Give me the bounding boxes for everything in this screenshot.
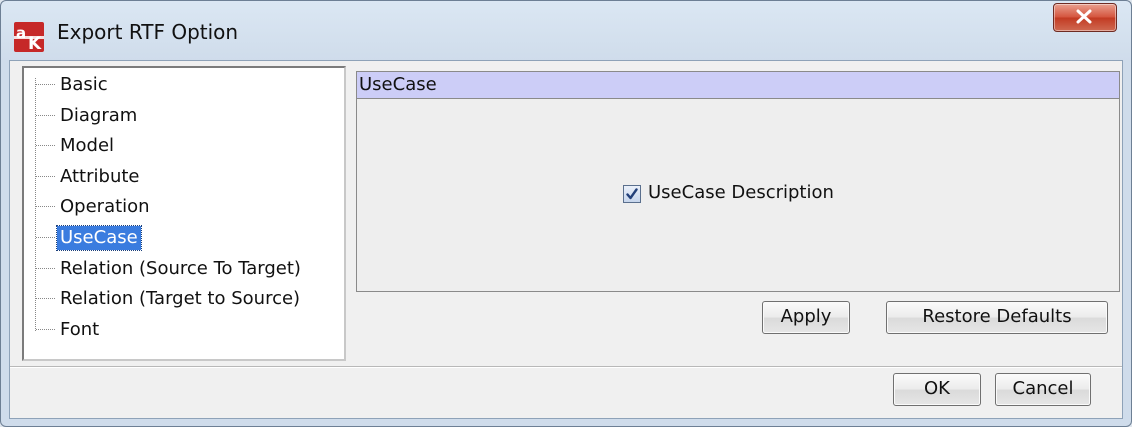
tree-item-label: Relation (Target to Source)	[60, 288, 301, 310]
options-tree[interactable]: Basic Diagram Model Attribute Operation UseCa…	[22, 66, 346, 361]
ok-button[interactable]: OK	[893, 373, 981, 406]
usecase-description-label: UseCase Description	[648, 182, 834, 203]
tree-connector	[36, 267, 55, 269]
tree-item-relation-target-to-source[interactable]: Relation (Target to Source)	[24, 286, 342, 312]
tree-item-label: Attribute	[60, 165, 140, 187]
tree-item-relation-source-to-target[interactable]: Relation (Source To Target)	[24, 256, 342, 282]
apply-button[interactable]: Apply	[762, 301, 850, 334]
panel-header: UseCase	[357, 72, 1119, 99]
tree-connector	[36, 175, 55, 177]
dialog-window: aK Export RTF Option Basic Diagram Model At…	[0, 0, 1132, 427]
title-bar[interactable]: aK Export RTF Option	[1, 1, 1131, 63]
tree-item-diagram[interactable]: Diagram	[24, 103, 342, 129]
tree-item-basic[interactable]: Basic	[24, 72, 342, 98]
options-panel: UseCase UseCase Description	[356, 71, 1120, 292]
close-icon	[1076, 9, 1092, 24]
tree-item-label: Operation	[60, 196, 150, 218]
tree-item-font[interactable]: Font	[24, 317, 342, 343]
tree-connector	[36, 328, 55, 330]
tree-item-usecase[interactable]: UseCase	[24, 225, 342, 251]
tree-item-label: Model	[60, 135, 115, 157]
tree-connector	[36, 84, 55, 85]
close-button[interactable]	[1053, 3, 1117, 32]
tree-connector	[36, 206, 55, 208]
panel-header-title: UseCase	[359, 74, 437, 95]
footer-divider	[10, 366, 1122, 368]
usecase-description-checkbox[interactable]	[623, 185, 641, 203]
tree-item-model[interactable]: Model	[24, 133, 342, 159]
tree-connector	[36, 145, 55, 147]
tree-item-label: UseCase	[56, 225, 142, 251]
cancel-button[interactable]: Cancel	[995, 373, 1091, 406]
app-logo-icon: aK	[14, 22, 44, 52]
tree-connector	[36, 114, 55, 116]
tree-connector	[36, 237, 55, 238]
tree-connector	[36, 298, 55, 300]
tree-item-operation[interactable]: Operation	[24, 194, 342, 220]
tree-item-label: Diagram	[60, 104, 138, 126]
window-title: Export RTF Option	[57, 20, 239, 44]
tree-item-label: Font	[60, 318, 100, 340]
tree-item-label: Relation (Source To Target)	[60, 257, 301, 279]
dialog-content: Basic Diagram Model Attribute Operation UseCa…	[9, 60, 1123, 419]
tree-item-attribute[interactable]: Attribute	[24, 164, 342, 190]
tree-item-label: Basic	[60, 74, 108, 95]
restore-defaults-button[interactable]: Restore Defaults	[886, 301, 1108, 334]
checkmark-icon	[626, 188, 638, 200]
